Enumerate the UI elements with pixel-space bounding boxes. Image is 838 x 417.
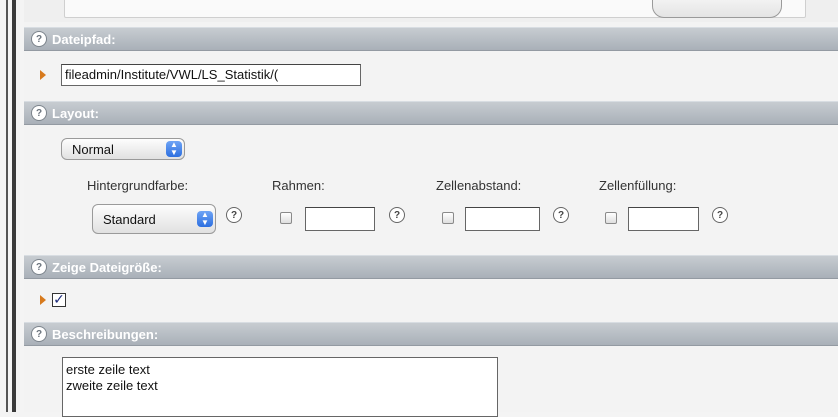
- section-header-dateigroesse: ? Zeige Dateigröße:: [24, 255, 838, 279]
- help-icon[interactable]: ?: [226, 207, 242, 223]
- help-icon[interactable]: ?: [32, 32, 46, 46]
- zellenfuellung-input[interactable]: [628, 207, 699, 231]
- hintergrundfarbe-select[interactable]: Standard ▲ ▼: [92, 204, 216, 234]
- expand-arrow-icon[interactable]: [40, 70, 46, 80]
- zellenabstand-input[interactable]: [465, 207, 540, 231]
- previous-field-button[interactable]: [652, 0, 782, 18]
- row-dateigroesse: ✓: [24, 280, 838, 318]
- expand-arrow-icon[interactable]: [40, 295, 46, 305]
- label-hintergrundfarbe: Hintergrundfarbe:: [87, 178, 189, 193]
- section-header-layout: ? Layout:: [24, 101, 838, 125]
- label-rahmen: Rahmen:: [272, 178, 325, 193]
- row-dateipfad: fileadmin/Institute/VWL/LS_Statistik/(: [24, 52, 838, 92]
- select-stepper-icon: ▲ ▼: [166, 141, 182, 157]
- section-header-dateipfad: ? Dateipfad:: [24, 27, 838, 51]
- help-icon[interactable]: ?: [32, 327, 46, 341]
- beschreibungen-textarea[interactable]: erste zeile text zweite zeile text: [62, 357, 498, 417]
- section-header-beschreibungen: ? Beschreibungen:: [24, 322, 838, 346]
- rahmen-checkbox[interactable]: [280, 212, 292, 224]
- zellenabstand-checkbox[interactable]: [442, 212, 454, 224]
- select-stepper-icon: ▲ ▼: [197, 211, 213, 227]
- label-zellenabstand: Zellenabstand:: [436, 178, 522, 193]
- dateigroesse-checkbox[interactable]: ✓: [52, 292, 66, 307]
- layout-select-value: Normal: [72, 142, 114, 157]
- layout-select[interactable]: Normal ▲ ▼: [61, 138, 185, 160]
- help-icon[interactable]: ?: [32, 106, 46, 120]
- top-area: [24, 0, 838, 22]
- left-border-line: [6, 0, 8, 412]
- help-icon[interactable]: ?: [389, 207, 405, 223]
- content-panel: ? Dateipfad: fileadmin/Institute/VWL/LS_…: [24, 0, 838, 417]
- left-border-bar: [12, 0, 16, 412]
- dateipfad-input[interactable]: fileadmin/Institute/VWL/LS_Statistik/(: [61, 64, 361, 86]
- section-title-dateigroesse: Zeige Dateigröße:: [52, 259, 162, 275]
- hintergrundfarbe-select-value: Standard: [103, 212, 156, 227]
- section-title-dateipfad: Dateipfad:: [52, 31, 116, 47]
- section-title-beschreibungen: Beschreibungen:: [52, 326, 159, 342]
- rahmen-input[interactable]: [305, 207, 375, 231]
- zellenfuellung-checkbox[interactable]: [605, 212, 617, 224]
- help-icon[interactable]: ?: [553, 207, 569, 223]
- beschreibungen-line: zweite zeile text: [66, 378, 158, 393]
- help-icon[interactable]: ?: [32, 260, 46, 274]
- beschreibungen-line: erste zeile text: [66, 362, 150, 377]
- row-layout: Normal ▲ ▼ Hintergrundfarbe: Rahmen: Zell…: [24, 126, 838, 246]
- help-icon[interactable]: ?: [712, 207, 728, 223]
- label-zellenfuellung: Zellenfüllung:: [599, 178, 677, 193]
- section-title-layout: Layout:: [52, 105, 99, 121]
